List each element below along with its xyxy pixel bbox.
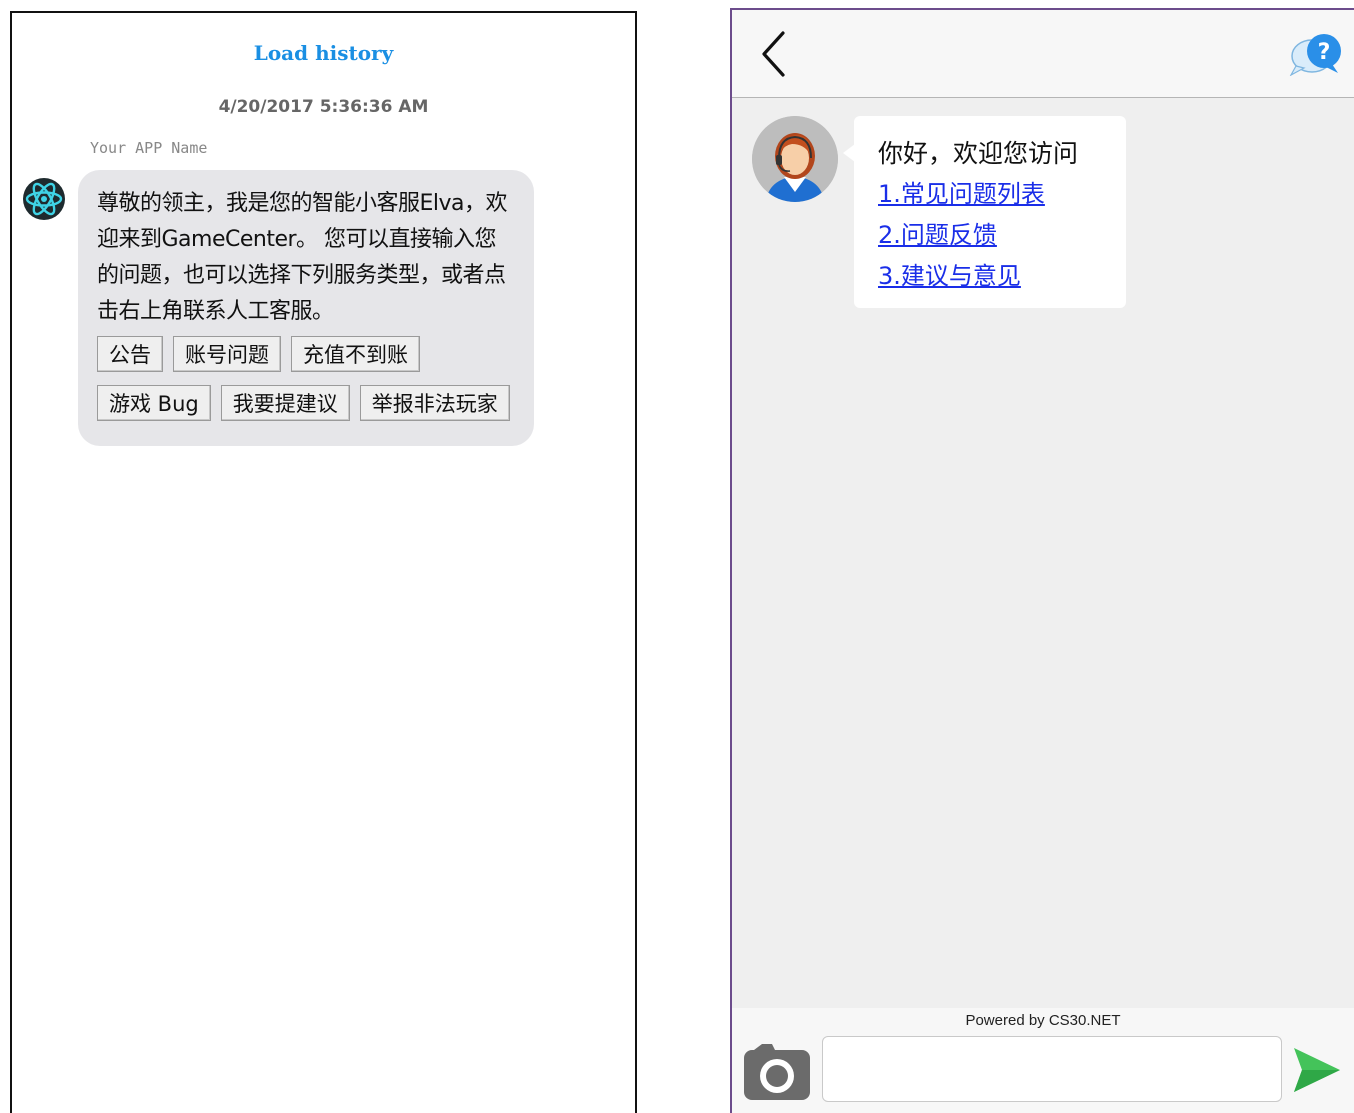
option-button-game-bug[interactable]: 游戏 Bug	[97, 385, 211, 421]
powered-by-label: Powered by CS30.NET	[965, 1012, 1121, 1029]
link-faq-list[interactable]: 1.常见问题列表	[878, 174, 1126, 215]
message-input[interactable]	[822, 1036, 1282, 1102]
atom-icon	[22, 171, 66, 227]
option-button-recharge-missing[interactable]: 充值不到账	[291, 336, 420, 372]
option-button-account-issue[interactable]: 账号问题	[173, 336, 281, 372]
right-chat-panel: ? 你好，欢迎您访问 1.常见问题列表 2.问题反馈 3.建议与意见 Power…	[730, 8, 1354, 1113]
agent-message-bubble: 你好，欢迎您访问 1.常见问题列表 2.问题反馈 3.建议与意见	[843, 116, 1126, 308]
svg-text:?: ?	[1318, 40, 1331, 65]
bot-message-bubble: 尊敬的领主，我是您的智能小客服Elva，欢迎来到GameCenter。 您可以直…	[78, 170, 534, 446]
agent-avatar	[752, 116, 838, 202]
help-chat-icon[interactable]: ?	[1288, 32, 1348, 77]
bot-message-text: 尊敬的领主，我是您的智能小客服Elva，欢迎来到GameCenter。 您可以直…	[97, 191, 508, 324]
link-suggestions[interactable]: 3.建议与意见	[878, 256, 1126, 297]
chat-input-bar: Powered by CS30.NET	[732, 1008, 1354, 1113]
chevron-left-icon[interactable]	[756, 30, 796, 78]
camera-icon[interactable]	[742, 1038, 812, 1104]
message-timestamp: 4/20/2017 5:36:36 AM	[218, 97, 429, 117]
option-button-report-player[interactable]: 举报非法玩家	[359, 385, 510, 421]
send-icon[interactable]	[1292, 1046, 1342, 1094]
load-history-link[interactable]: Load history	[12, 41, 635, 65]
option-row-2: 游戏 Bug 我要提建议 举报非法玩家	[97, 385, 516, 421]
option-button-suggestion[interactable]: 我要提建议	[220, 385, 350, 421]
option-button-announcement[interactable]: 公告	[97, 336, 163, 372]
sender-app-name: Your APP Name	[90, 139, 208, 157]
option-row-1: 公告 账号问题 充值不到账	[97, 336, 516, 372]
chat-header: ?	[732, 10, 1354, 98]
greeting-text: 你好，欢迎您访问	[878, 139, 1079, 168]
link-feedback[interactable]: 2.问题反馈	[878, 215, 1126, 256]
left-chat-panel: Load history 4/20/2017 5:36:36 AM Your A…	[10, 11, 637, 1113]
